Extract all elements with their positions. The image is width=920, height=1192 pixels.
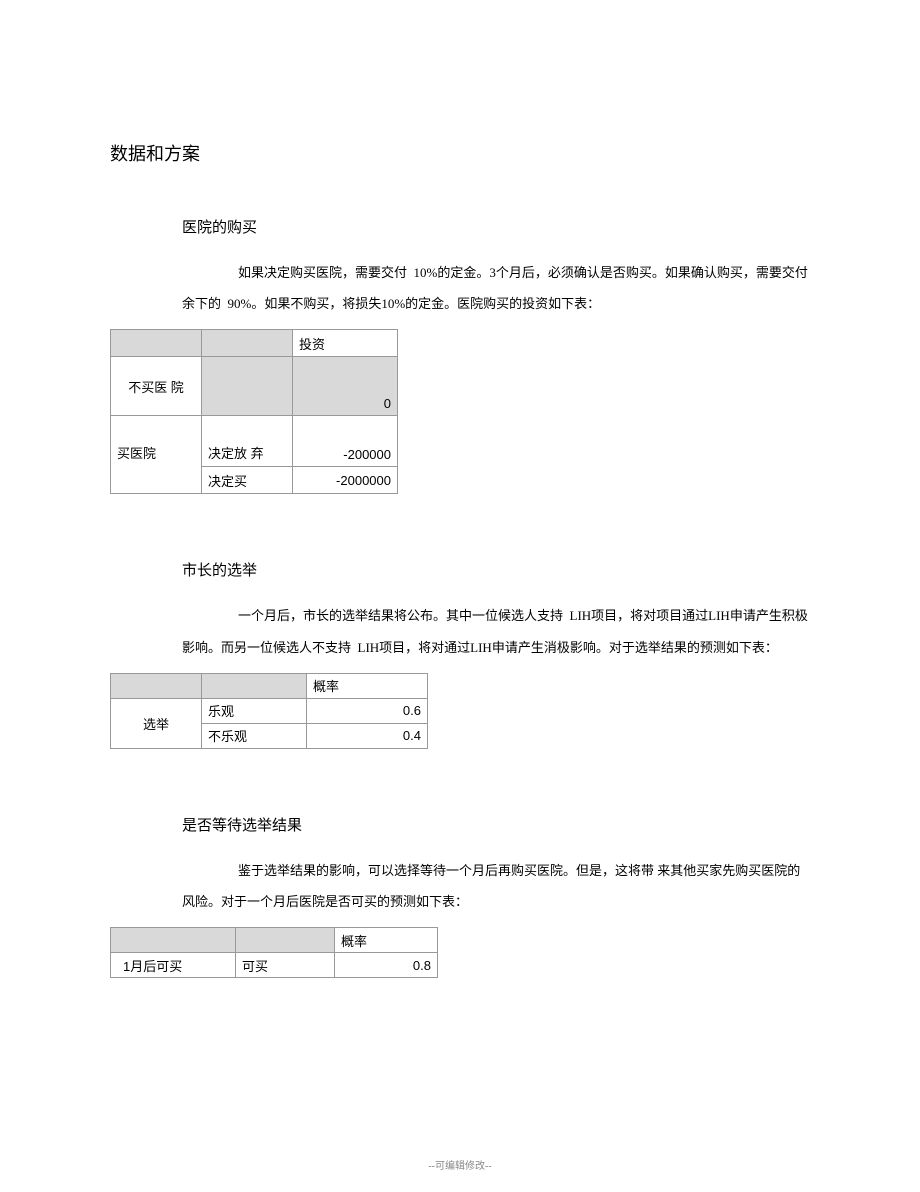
value-optimistic: 0.6 [307, 698, 428, 723]
section2-paragraph: 一个月后，市长的选举结果将公布。其中一位候选人支持 LIH项目，将对项目通过LI… [182, 600, 810, 662]
cell-blank [202, 330, 293, 357]
table-row: 选举 乐观 0.6 [111, 698, 428, 723]
row-after-month: 1月后可买 [111, 953, 236, 978]
sub-optimistic: 乐观 [202, 698, 307, 723]
row-election: 选举 [111, 698, 202, 748]
table-row: 概率 [111, 673, 428, 698]
section2-text: 一个月后，市长的选举结果将公布。其中一位候选人支持 LIH项目，将对项目通过LI… [182, 608, 808, 654]
row-buy: 买医院 [111, 416, 202, 494]
section3-paragraph: 鉴于选举结果的影响，可以选择等待一个月后再购买医院。但是，这将带 来其他买家先购… [182, 855, 810, 917]
value-buy: -2000000 [293, 467, 398, 494]
cell-blank [111, 928, 236, 953]
section2-heading: 市长的选举 [182, 559, 810, 580]
cell-blank [236, 928, 335, 953]
cell-blank [202, 357, 293, 416]
col-header-investment: 投资 [293, 330, 398, 357]
table-row: 1月后可买 可买 0.8 [111, 953, 438, 978]
section1-text: 如果决定购买医院，需要交付 10%的定金。3个月后，必须确认是否购买。如果确认购… [182, 265, 808, 311]
col-header-probability: 概率 [307, 673, 428, 698]
row-not-buy: 不买医 院 [111, 357, 202, 416]
table-row: 概率 [111, 928, 438, 953]
table-row: 买医院 决定放 弃 -200000 [111, 416, 398, 467]
cell-blank [111, 330, 202, 357]
value-abandon: -200000 [293, 416, 398, 467]
section3-heading: 是否等待选举结果 [182, 814, 810, 835]
main-title: 数据和方案 [110, 140, 810, 166]
page-content: 数据和方案 医院的购买 如果决定购买医院，需要交付 10%的定金。3个月后，必须… [0, 0, 920, 978]
section1-paragraph: 如果决定购买医院，需要交付 10%的定金。3个月后，必须确认是否购买。如果确认购… [182, 257, 810, 319]
sub-available: 可买 [236, 953, 335, 978]
cell-blank [202, 673, 307, 698]
value-available: 0.8 [335, 953, 438, 978]
table-row: 投资 [111, 330, 398, 357]
sub-abandon: 决定放 弃 [202, 416, 293, 467]
section3-text: 鉴于选举结果的影响，可以选择等待一个月后再购买医院。但是，这将带 来其他买家先购… [182, 863, 800, 909]
table-hospital-purchase: 投资 不买医 院 0 买医院 决定放 弃 -200000 决定买 -200000… [110, 329, 398, 494]
col-header-probability: 概率 [335, 928, 438, 953]
value-pessimistic: 0.4 [307, 723, 428, 748]
footer-note: --可编辑修改-- [0, 1157, 920, 1172]
sub-buy: 决定买 [202, 467, 293, 494]
section1-heading: 医院的购买 [182, 216, 810, 237]
cell-blank [111, 673, 202, 698]
value-not-buy: 0 [293, 357, 398, 416]
table-row: 不买医 院 0 [111, 357, 398, 416]
table-election: 概率 选举 乐观 0.6 不乐观 0.4 [110, 673, 428, 749]
table-wait-availability: 概率 1月后可买 可买 0.8 [110, 927, 438, 978]
sub-pessimistic: 不乐观 [202, 723, 307, 748]
